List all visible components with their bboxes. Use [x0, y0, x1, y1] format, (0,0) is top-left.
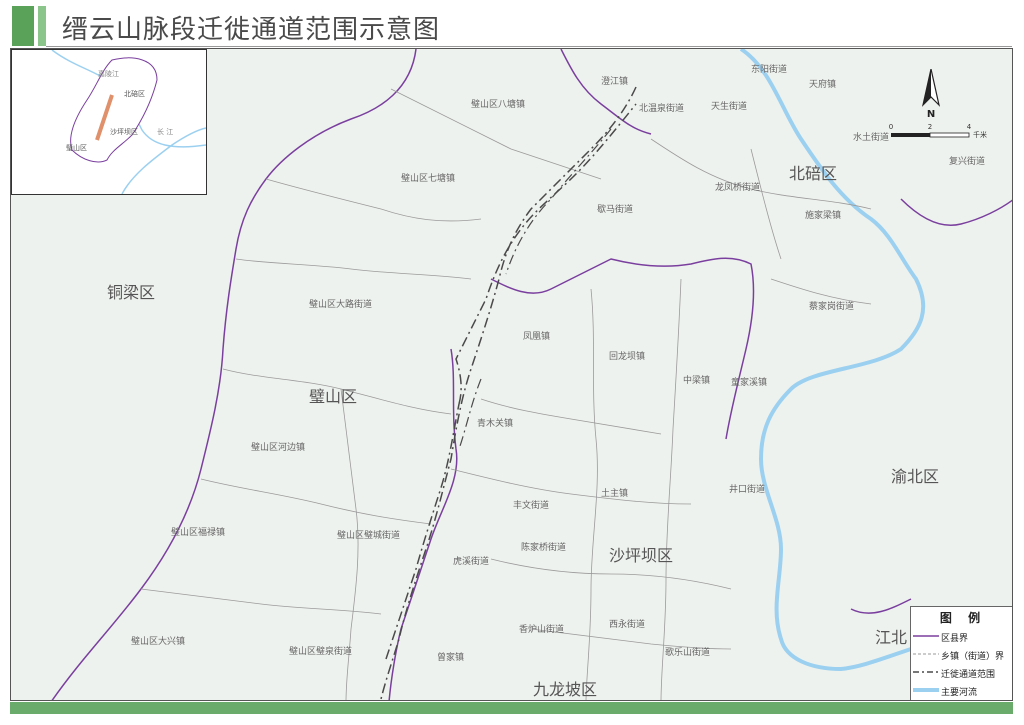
town-boundary-15: [770, 278, 872, 305]
legend-swatch-town-boundary: [913, 653, 939, 655]
district-label-bishan: 璧山区: [309, 387, 357, 406]
scale-bar: 0 2 4 千米: [851, 121, 1011, 145]
legend-title: 图 例: [939, 611, 987, 625]
scale-tick-0: 0: [889, 123, 893, 131]
town-boundary-13: [750, 148, 782, 260]
town-label-xianglushan: 香炉山街道: [519, 623, 564, 635]
legend-item-town-boundary: 乡镇（街道）界: [913, 647, 1012, 663]
legend-item-river: 主要河流: [913, 683, 1012, 699]
town-label-bishan-biquan: 璧山区璧泉街道: [289, 645, 352, 657]
town-boundary-4: [200, 478, 432, 525]
town-label-longfengqiao: 龙凤桥街道: [715, 181, 760, 193]
district-label-jiangbei: 江北: [875, 628, 907, 647]
district-label-tongliang: 铜梁区: [107, 283, 155, 302]
district-boundary-yubei: [900, 198, 1012, 226]
town-label-bishan-hebian: 璧山区河边镇: [251, 441, 305, 453]
town-label-bishan-qitang: 璧山区七塘镇: [401, 172, 455, 184]
migration-corridor-inner: [458, 128, 612, 450]
town-label-gelshan: 歌乐山街道: [665, 646, 710, 658]
inset-canvas: 嘉陵江 北碚区 沙坪坝区 长 江 璧山区: [51, 49, 207, 195]
town-label-chengjiang: 澄江镇: [601, 75, 628, 87]
town-label-zengjia: 曾家镇: [437, 651, 464, 663]
town-label-chenjiaqiao: 陈家桥街道: [521, 541, 566, 553]
map-frame: 铜梁区 璧山区 北碚区 沙坪坝区 渝北区 九龙坡区 江北 澄江镇 北温泉街道 东…: [10, 48, 1013, 701]
town-label-shijialiang: 施家梁镇: [805, 209, 841, 221]
district-boundary-bishan-shapingba: [388, 348, 458, 700]
town-label-xiyong: 西永街道: [609, 618, 645, 630]
scale-tick-4: 4: [967, 123, 972, 131]
header: 缙云山脉段迁徙通道范围示意图: [0, 0, 1024, 48]
north-arrow-icon: N: [921, 68, 941, 120]
town-label-tianfu: 天府镇: [809, 78, 836, 90]
town-boundary-12: [660, 278, 682, 700]
town-label-gema: 歇马街道: [597, 203, 633, 215]
town-label-caijiagang: 蔡家岗街道: [809, 300, 854, 312]
town-label-dongyang: 东阳街道: [751, 63, 787, 75]
inset-locator-map: 嘉陵江 北碚区 沙坪坝区 长 江 璧山区: [11, 49, 207, 195]
town-boundary-11: [585, 288, 598, 700]
legend-swatch-district-boundary: [913, 635, 939, 637]
inset-label-changjiang: 长 江: [157, 127, 173, 136]
town-label-bishan-daxing: 璧山区大兴镇: [131, 635, 185, 647]
legend-item-corridor: 迁徙通道范围: [913, 665, 1012, 681]
town-label-fengwen: 丰文街道: [513, 499, 549, 511]
district-label-beibei: 北碚区: [789, 164, 837, 183]
legend-label-town-boundary: 乡镇（街道）界: [941, 652, 1005, 662]
district-label-yubei: 渝北区: [891, 467, 939, 486]
inset-label-jialingjiang: 嘉陵江: [98, 69, 119, 78]
town-label-qingmuguan: 青木关镇: [477, 417, 513, 429]
header-accent-bar: [12, 6, 34, 46]
inset-label-beibei: 北碚区: [124, 89, 145, 98]
scale-tick-2: 2: [928, 123, 932, 131]
legend-swatch-corridor: [913, 671, 939, 673]
town-label-huxi: 虎溪街道: [453, 555, 489, 567]
town-label-fuxing: 复兴街道: [949, 155, 985, 167]
legend-label-river: 主要河流: [941, 688, 978, 698]
district-boundary-beibei-north: [560, 49, 652, 135]
town-label-tongjiaxi: 童家溪镇: [731, 376, 767, 388]
town-label-bishan-bicheng: 璧山区璧城街道: [337, 529, 400, 541]
town-boundary-2: [235, 258, 472, 280]
inset-label-shapingba: 沙坪坝区: [110, 127, 138, 136]
north-arrow-label: N: [927, 109, 935, 120]
town-label-bishan-fulu: 璧山区福禄镇: [171, 526, 225, 538]
town-label-bishan-batang: 璧山区八塘镇: [471, 98, 525, 110]
legend-item-district-boundary: 区县界: [913, 629, 1012, 645]
town-label-tuzhu: 土主镇: [601, 487, 628, 499]
inset-river-changjiang: [121, 127, 207, 195]
scale-unit: 千米: [973, 130, 987, 139]
town-label-huilongba: 回龙坝镇: [609, 350, 645, 362]
town-boundary-14: [650, 138, 872, 210]
header-divider: [46, 46, 1012, 47]
legend-label-district-boundary: 区县界: [941, 634, 969, 644]
district-label-shapingba: 沙坪坝区: [609, 546, 673, 565]
inset-label-bishan: 璧山区: [66, 143, 87, 152]
town-label-beiwenquan: 北温泉街道: [639, 102, 684, 114]
north-arrow: N: [919, 68, 943, 125]
map-title: 缙云山脉段迁徙通道范围示意图: [62, 15, 441, 45]
town-label-tiansheng: 天生街道: [711, 100, 747, 112]
district-label-jiulongpo: 九龙坡区: [533, 680, 597, 699]
scale-bar-graphic: 0 2 4 千米: [889, 123, 987, 139]
legend-swatch-river: [913, 688, 939, 692]
legend: 图 例 区县界 乡镇（街道）界 迁徙通道范围 主要河流: [910, 606, 1012, 700]
legend-label-corridor: 迁徙通道范围: [941, 670, 996, 680]
town-boundary-5: [140, 588, 382, 615]
town-label-fenghuang: 凤凰镇: [523, 330, 550, 342]
town-boundary-8: [450, 468, 692, 505]
header-accent-bar-light: [38, 6, 46, 46]
district-boundary-jiangbei: [850, 598, 912, 614]
town-label-zhongliang: 中梁镇: [683, 374, 710, 386]
footer-bar: [10, 702, 1013, 714]
town-boundary-1: [265, 178, 482, 222]
town-label-bishan-dalu: 璧山区大路街道: [309, 298, 372, 310]
town-label-jingkou: 井口街道: [729, 483, 765, 495]
